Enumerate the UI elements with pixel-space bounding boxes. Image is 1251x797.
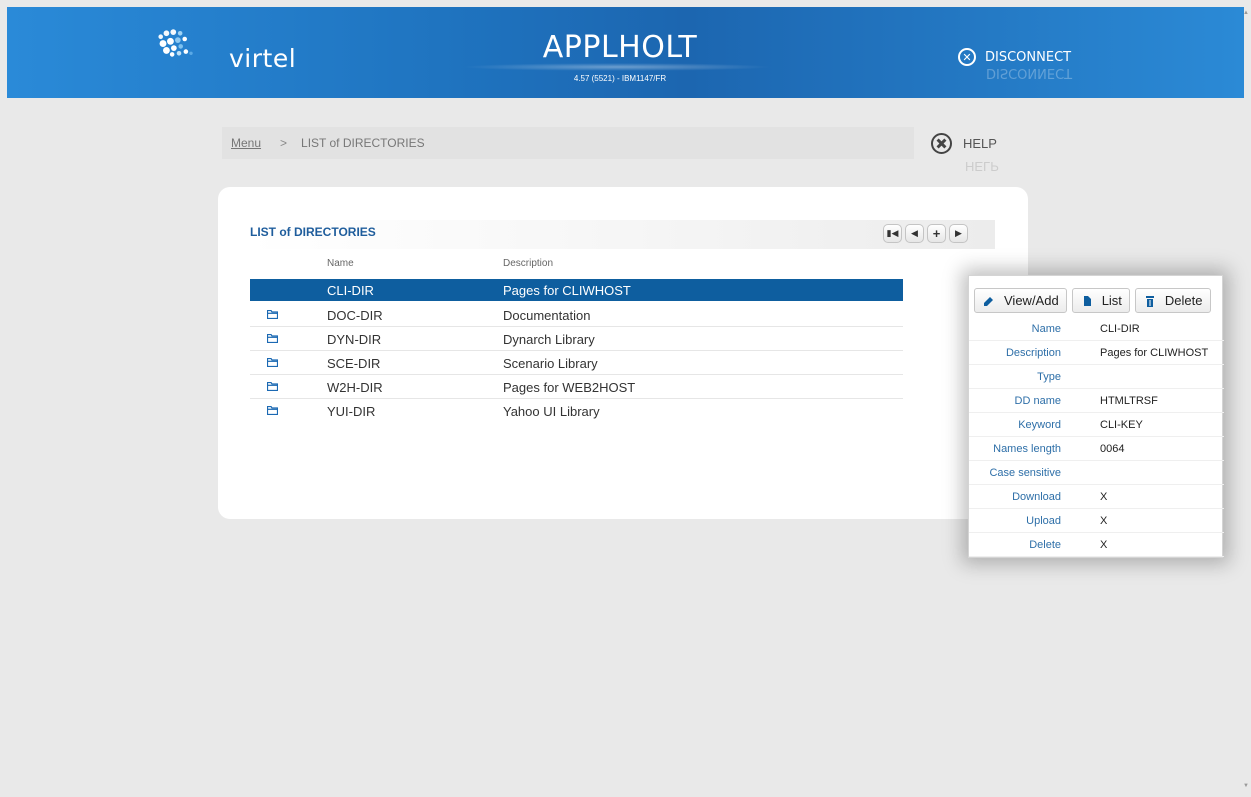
field-label: Keyword <box>1018 419 1061 431</box>
field-value: HTMLTRSF <box>1100 395 1158 407</box>
table-row[interactable]: W2H-DIR Pages for WEB2HOST <box>250 375 903 399</box>
view-add-label: View/Add <box>1004 293 1059 308</box>
field-label: Delete <box>1029 539 1061 551</box>
detail-toolbar: View/Add List Delete <box>974 288 1211 313</box>
breadcrumb-separator: > <box>280 136 288 150</box>
logo-text: virtel <box>229 44 297 73</box>
scroll-up-arrow[interactable]: ▲ <box>1243 10 1249 16</box>
field-label: Name <box>1031 323 1061 335</box>
field-value: Pages for CLIWHOST <box>1100 347 1209 359</box>
table-row[interactable]: CLI-DIR Pages for CLIWHOST <box>250 279 903 301</box>
field-value: CLI-DIR <box>1100 323 1140 335</box>
section-title: LIST of DIRECTORIES <box>250 225 376 239</box>
row-description: Documentation <box>503 308 591 323</box>
field-label: Names length <box>993 443 1061 455</box>
column-header-description: Description <box>503 258 554 269</box>
detail-row-upload: Upload X <box>969 509 1224 533</box>
next-page-icon[interactable]: ▶ <box>949 224 968 243</box>
row-name: YUI-DIR <box>327 404 376 419</box>
detail-field-list: Name CLI-DIR Description Pages for CLIWHOS… <box>969 317 1224 557</box>
field-label: DD name <box>1014 395 1061 407</box>
field-value: X <box>1100 515 1108 527</box>
detail-row-delete: Delete X <box>969 533 1224 557</box>
row-name: DYN-DIR <box>327 332 382 347</box>
row-name: SCE-DIR <box>327 356 381 371</box>
directory-list: CLI-DIR Pages for CLIWHOST DOC-DIR Docum… <box>250 279 903 423</box>
folder-icon <box>267 310 278 319</box>
row-description: Scenario Library <box>503 356 598 371</box>
trash-icon <box>1145 295 1154 307</box>
detail-row-download: Download X <box>969 485 1224 509</box>
pencil-icon <box>984 296 993 306</box>
breadcrumb: Menu > LIST of DIRECTORIES <box>222 127 914 159</box>
column-header-name: Name <box>327 258 354 269</box>
table-row[interactable]: DYN-DIR Dynarch Library <box>250 327 903 351</box>
disconnect-label: DISCONNECT <box>985 49 1072 65</box>
help-cross-icon <box>931 133 952 154</box>
field-value: X <box>1100 539 1108 551</box>
disconnect-reflection: DISCONNECT <box>986 65 1073 80</box>
scroll-down-arrow[interactable]: ▼ <box>1243 783 1249 789</box>
row-description: Yahoo UI Library <box>503 404 600 419</box>
list-button[interactable]: List <box>1071 288 1130 313</box>
detail-row-names-length: Names length 0064 <box>969 437 1224 461</box>
folder-icon <box>267 406 278 415</box>
table-row[interactable]: SCE-DIR Scenario Library <box>250 351 903 375</box>
row-name: W2H-DIR <box>327 380 383 395</box>
field-label: Case sensitive <box>989 467 1061 479</box>
row-name: CLI-DIR <box>327 283 374 298</box>
delete-label: Delete <box>1164 293 1203 308</box>
field-label: Download <box>1012 491 1061 503</box>
delete-button[interactable]: Delete <box>1134 288 1211 313</box>
app-header: virtel APPLHOLT 4.57 (5521) - IBM1147/FR… <box>7 7 1244 98</box>
field-value: CLI-KEY <box>1100 419 1143 431</box>
directory-detail-panel: View/Add List Delete Name CLI-DIR Descrip… <box>968 275 1224 558</box>
help-label: HELP <box>963 136 997 151</box>
close-circle-icon: ✕ <box>958 48 976 66</box>
row-description: Pages for WEB2HOST <box>503 380 636 395</box>
detail-row-name: Name CLI-DIR <box>969 317 1224 341</box>
virtel-logo-icon <box>158 29 193 57</box>
view-add-button[interactable]: View/Add <box>974 288 1067 313</box>
pager: ▮◀ ◀ + ▶ <box>883 224 968 243</box>
first-page-icon[interactable]: ▮◀ <box>883 224 902 243</box>
field-label: Type <box>1037 371 1061 383</box>
app-version: 4.57 (5521) - IBM1147/FR <box>573 74 667 83</box>
title-swoosh <box>462 63 772 71</box>
detail-row-keyword: Keyword CLI-KEY <box>969 413 1224 437</box>
detail-row-description: Description Pages for CLIWHOST <box>969 341 1224 365</box>
field-label: Description <box>1005 347 1061 359</box>
help-reflection: HELP <box>965 159 999 174</box>
field-value: 0064 <box>1100 443 1125 455</box>
field-value: X <box>1100 491 1108 503</box>
detail-row-ddname: DD name HTMLTRSF <box>969 389 1224 413</box>
breadcrumb-current: LIST of DIRECTORIES <box>301 136 425 150</box>
detail-row-case-sensitive: Case sensitive <box>969 461 1224 485</box>
disconnect-button[interactable]: ✕ DISCONNECT <box>958 48 1071 66</box>
table-row[interactable]: DOC-DIR Documentation <box>250 303 903 327</box>
breadcrumb-menu-link[interactable]: Menu <box>231 136 261 150</box>
help-button[interactable]: HELP <box>931 133 997 154</box>
folder-icon <box>267 358 278 367</box>
document-icon <box>1083 295 1091 306</box>
add-icon[interactable]: + <box>927 224 946 243</box>
table-row[interactable]: YUI-DIR Yahoo UI Library <box>250 399 903 423</box>
folder-icon <box>267 334 278 343</box>
row-description: Dynarch Library <box>503 332 595 347</box>
folder-icon <box>267 382 278 391</box>
detail-row-type: Type <box>969 365 1224 389</box>
row-description: Pages for CLIWHOST <box>503 283 631 298</box>
previous-page-icon[interactable]: ◀ <box>905 224 924 243</box>
row-name: DOC-DIR <box>327 308 383 323</box>
list-label: List <box>1101 293 1122 308</box>
app-title: APPLHOLT <box>542 30 698 65</box>
field-label: Upload <box>1026 515 1061 527</box>
